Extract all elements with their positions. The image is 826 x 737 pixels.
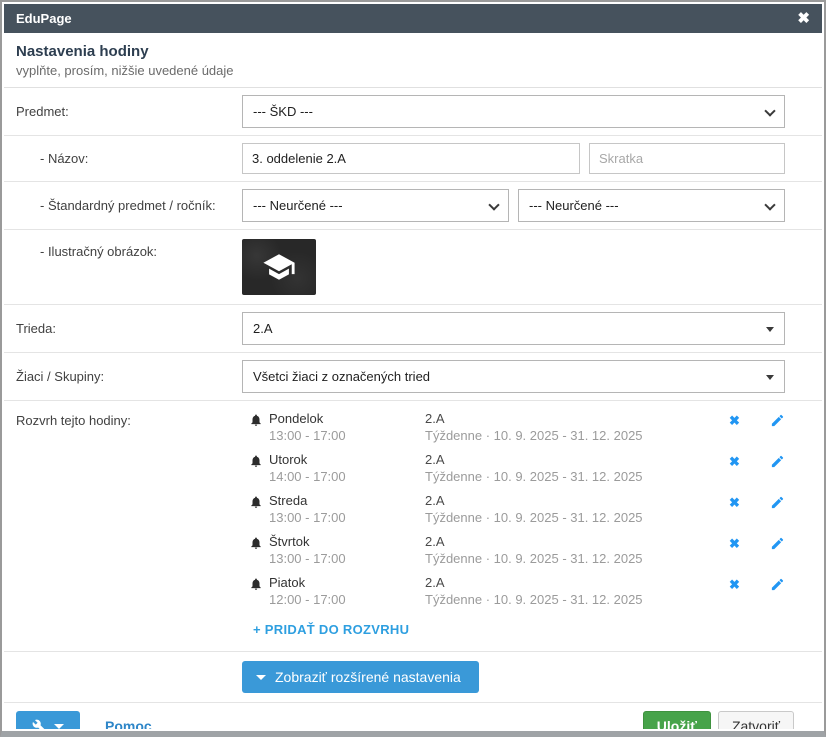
show-advanced-label: Zobraziť rozšírené nastavenia [275, 669, 461, 685]
schedule-recurrence: Týždenne · 10. 9. 2025 - 31. 12. 2025 [425, 551, 729, 566]
class-select[interactable]: 2.A [242, 312, 785, 345]
help-link[interactable]: Pomoc [105, 718, 152, 729]
schedule-row: Štvrtok 13:00 - 17:00 2.A Týždenne · 10.… [242, 534, 785, 575]
wrench-icon [32, 719, 47, 729]
delete-icon[interactable]: ✖ [729, 413, 740, 433]
students-select[interactable]: Všetci žiaci z označených tried [242, 360, 785, 393]
schedule-row: Utorok 14:00 - 17:00 2.A Týždenne · 10. … [242, 452, 785, 493]
bell-icon [249, 577, 265, 596]
dialog-titlebar: EduPage ✖ [4, 4, 822, 33]
schedule-time: 14:00 - 17:00 [269, 469, 425, 484]
advanced-settings-band: Zobraziť rozšírené nastavenia [4, 651, 822, 702]
abbreviation-input[interactable] [589, 143, 785, 174]
standard-subject-label: - Štandardný predmet / ročník: [16, 198, 242, 213]
students-select-value: Všetci žiaci z označených tried [253, 369, 430, 384]
schedule-class: 2.A [425, 575, 729, 590]
illustration-label: - Ilustračný obrázok: [16, 239, 242, 259]
triangle-down-icon [766, 375, 774, 380]
row-illustration: - Ilustračný obrázok: [4, 230, 822, 305]
dialog-title: EduPage [16, 11, 72, 26]
edit-pencil-icon[interactable] [770, 495, 785, 515]
row-subject: Predmet: --- ŠKD --- [4, 88, 822, 136]
students-label: Žiaci / Skupiny: [16, 369, 242, 384]
bell-icon [249, 536, 265, 555]
schedule-day: Streda [269, 493, 425, 508]
name-label: - Názov: [16, 151, 242, 166]
schedule-time: 13:00 - 17:00 [269, 428, 425, 443]
schedule-time: 12:00 - 17:00 [269, 592, 425, 607]
schedule-day: Pondelok [269, 411, 425, 426]
delete-icon[interactable]: ✖ [729, 536, 740, 556]
bell-icon [249, 454, 265, 473]
schedule-day: Štvrtok [269, 534, 425, 549]
schedule-recurrence: Týždenne · 10. 9. 2025 - 31. 12. 2025 [425, 428, 729, 443]
graduation-cap-icon [262, 250, 296, 284]
standard-grade-value: --- Neurčené --- [529, 198, 619, 213]
schedule-class: 2.A [425, 452, 729, 467]
triangle-down-icon [766, 327, 774, 332]
schedule-list: Pondelok 13:00 - 17:00 2.A Týždenne · 10… [242, 411, 785, 647]
caret-down-icon [256, 675, 266, 680]
schedule-recurrence: Týždenne · 10. 9. 2025 - 31. 12. 2025 [425, 510, 729, 525]
schedule-class: 2.A [425, 493, 729, 508]
show-advanced-button[interactable]: Zobraziť rozšírené nastavenia [242, 661, 479, 693]
delete-icon[interactable]: ✖ [729, 577, 740, 597]
schedule-row: Pondelok 13:00 - 17:00 2.A Týždenne · 10… [242, 411, 785, 452]
edit-pencil-icon[interactable] [770, 577, 785, 597]
schedule-time: 13:00 - 17:00 [269, 551, 425, 566]
delete-icon[interactable]: ✖ [729, 495, 740, 515]
subject-select-value: --- ŠKD --- [253, 104, 313, 119]
page-subtitle: vyplňte, prosím, nižšie uvedené údaje [16, 63, 810, 78]
edit-pencil-icon[interactable] [770, 454, 785, 474]
subject-label: Predmet: [16, 104, 242, 119]
schedule-time: 13:00 - 17:00 [269, 510, 425, 525]
add-to-schedule-link[interactable]: + PRIDAŤ DO ROZVRHU [253, 622, 409, 637]
subject-select[interactable]: --- ŠKD --- [242, 95, 785, 128]
standard-subject-value: --- Neurčené --- [253, 198, 343, 213]
bell-icon [249, 413, 265, 432]
schedule-label: Rozvrh tejto hodiny: [16, 411, 242, 428]
bell-icon [249, 495, 265, 514]
page-title: Nastavenia hodiny [16, 43, 810, 60]
chevron-down-icon [764, 199, 775, 210]
standard-subject-select[interactable]: --- Neurčené --- [242, 189, 509, 222]
edit-pencil-icon[interactable] [770, 413, 785, 433]
row-standard-subject: - Štandardný predmet / ročník: --- Neurč… [4, 182, 822, 230]
close-button[interactable]: Zatvoriť [718, 711, 794, 729]
schedule-recurrence: Týždenne · 10. 9. 2025 - 31. 12. 2025 [425, 592, 729, 607]
class-select-value: 2.A [253, 321, 273, 336]
schedule-class: 2.A [425, 534, 729, 549]
close-icon[interactable]: ✖ [797, 11, 810, 26]
row-name: - Názov: [4, 136, 822, 182]
schedule-row: Piatok 12:00 - 17:00 2.A Týždenne · 10. … [242, 575, 785, 616]
dialog-content: Nastavenia hodiny vyplňte, prosím, nižši… [4, 33, 822, 729]
schedule-recurrence: Týždenne · 10. 9. 2025 - 31. 12. 2025 [425, 469, 729, 484]
row-students: Žiaci / Skupiny: Všetci žiaci z označený… [4, 353, 822, 401]
illustration-thumbnail[interactable] [242, 239, 316, 295]
row-schedule: Rozvrh tejto hodiny: Pondelok 13:00 - 17… [4, 401, 822, 651]
delete-icon[interactable]: ✖ [729, 454, 740, 474]
chevron-down-icon [764, 105, 775, 116]
name-input[interactable] [242, 143, 580, 174]
standard-grade-select[interactable]: --- Neurčené --- [518, 189, 785, 222]
class-label: Trieda: [16, 321, 242, 336]
schedule-day: Utorok [269, 452, 425, 467]
row-class: Trieda: 2.A [4, 305, 822, 353]
chevron-down-icon [488, 199, 499, 210]
schedule-day: Piatok [269, 575, 425, 590]
schedule-class: 2.A [425, 411, 729, 426]
save-button[interactable]: Uložiť [643, 711, 711, 729]
dialog-footer: Pomoc Uložiť Zatvoriť [4, 702, 822, 729]
edit-pencil-icon[interactable] [770, 536, 785, 556]
schedule-row: Streda 13:00 - 17:00 2.A Týždenne · 10. … [242, 493, 785, 534]
edupage-dialog: EduPage ✖ Nastavenia hodiny vyplňte, pro… [0, 0, 826, 737]
caret-down-icon [54, 724, 64, 729]
tools-button[interactable] [16, 711, 80, 729]
form-header: Nastavenia hodiny vyplňte, prosím, nižši… [4, 33, 822, 88]
